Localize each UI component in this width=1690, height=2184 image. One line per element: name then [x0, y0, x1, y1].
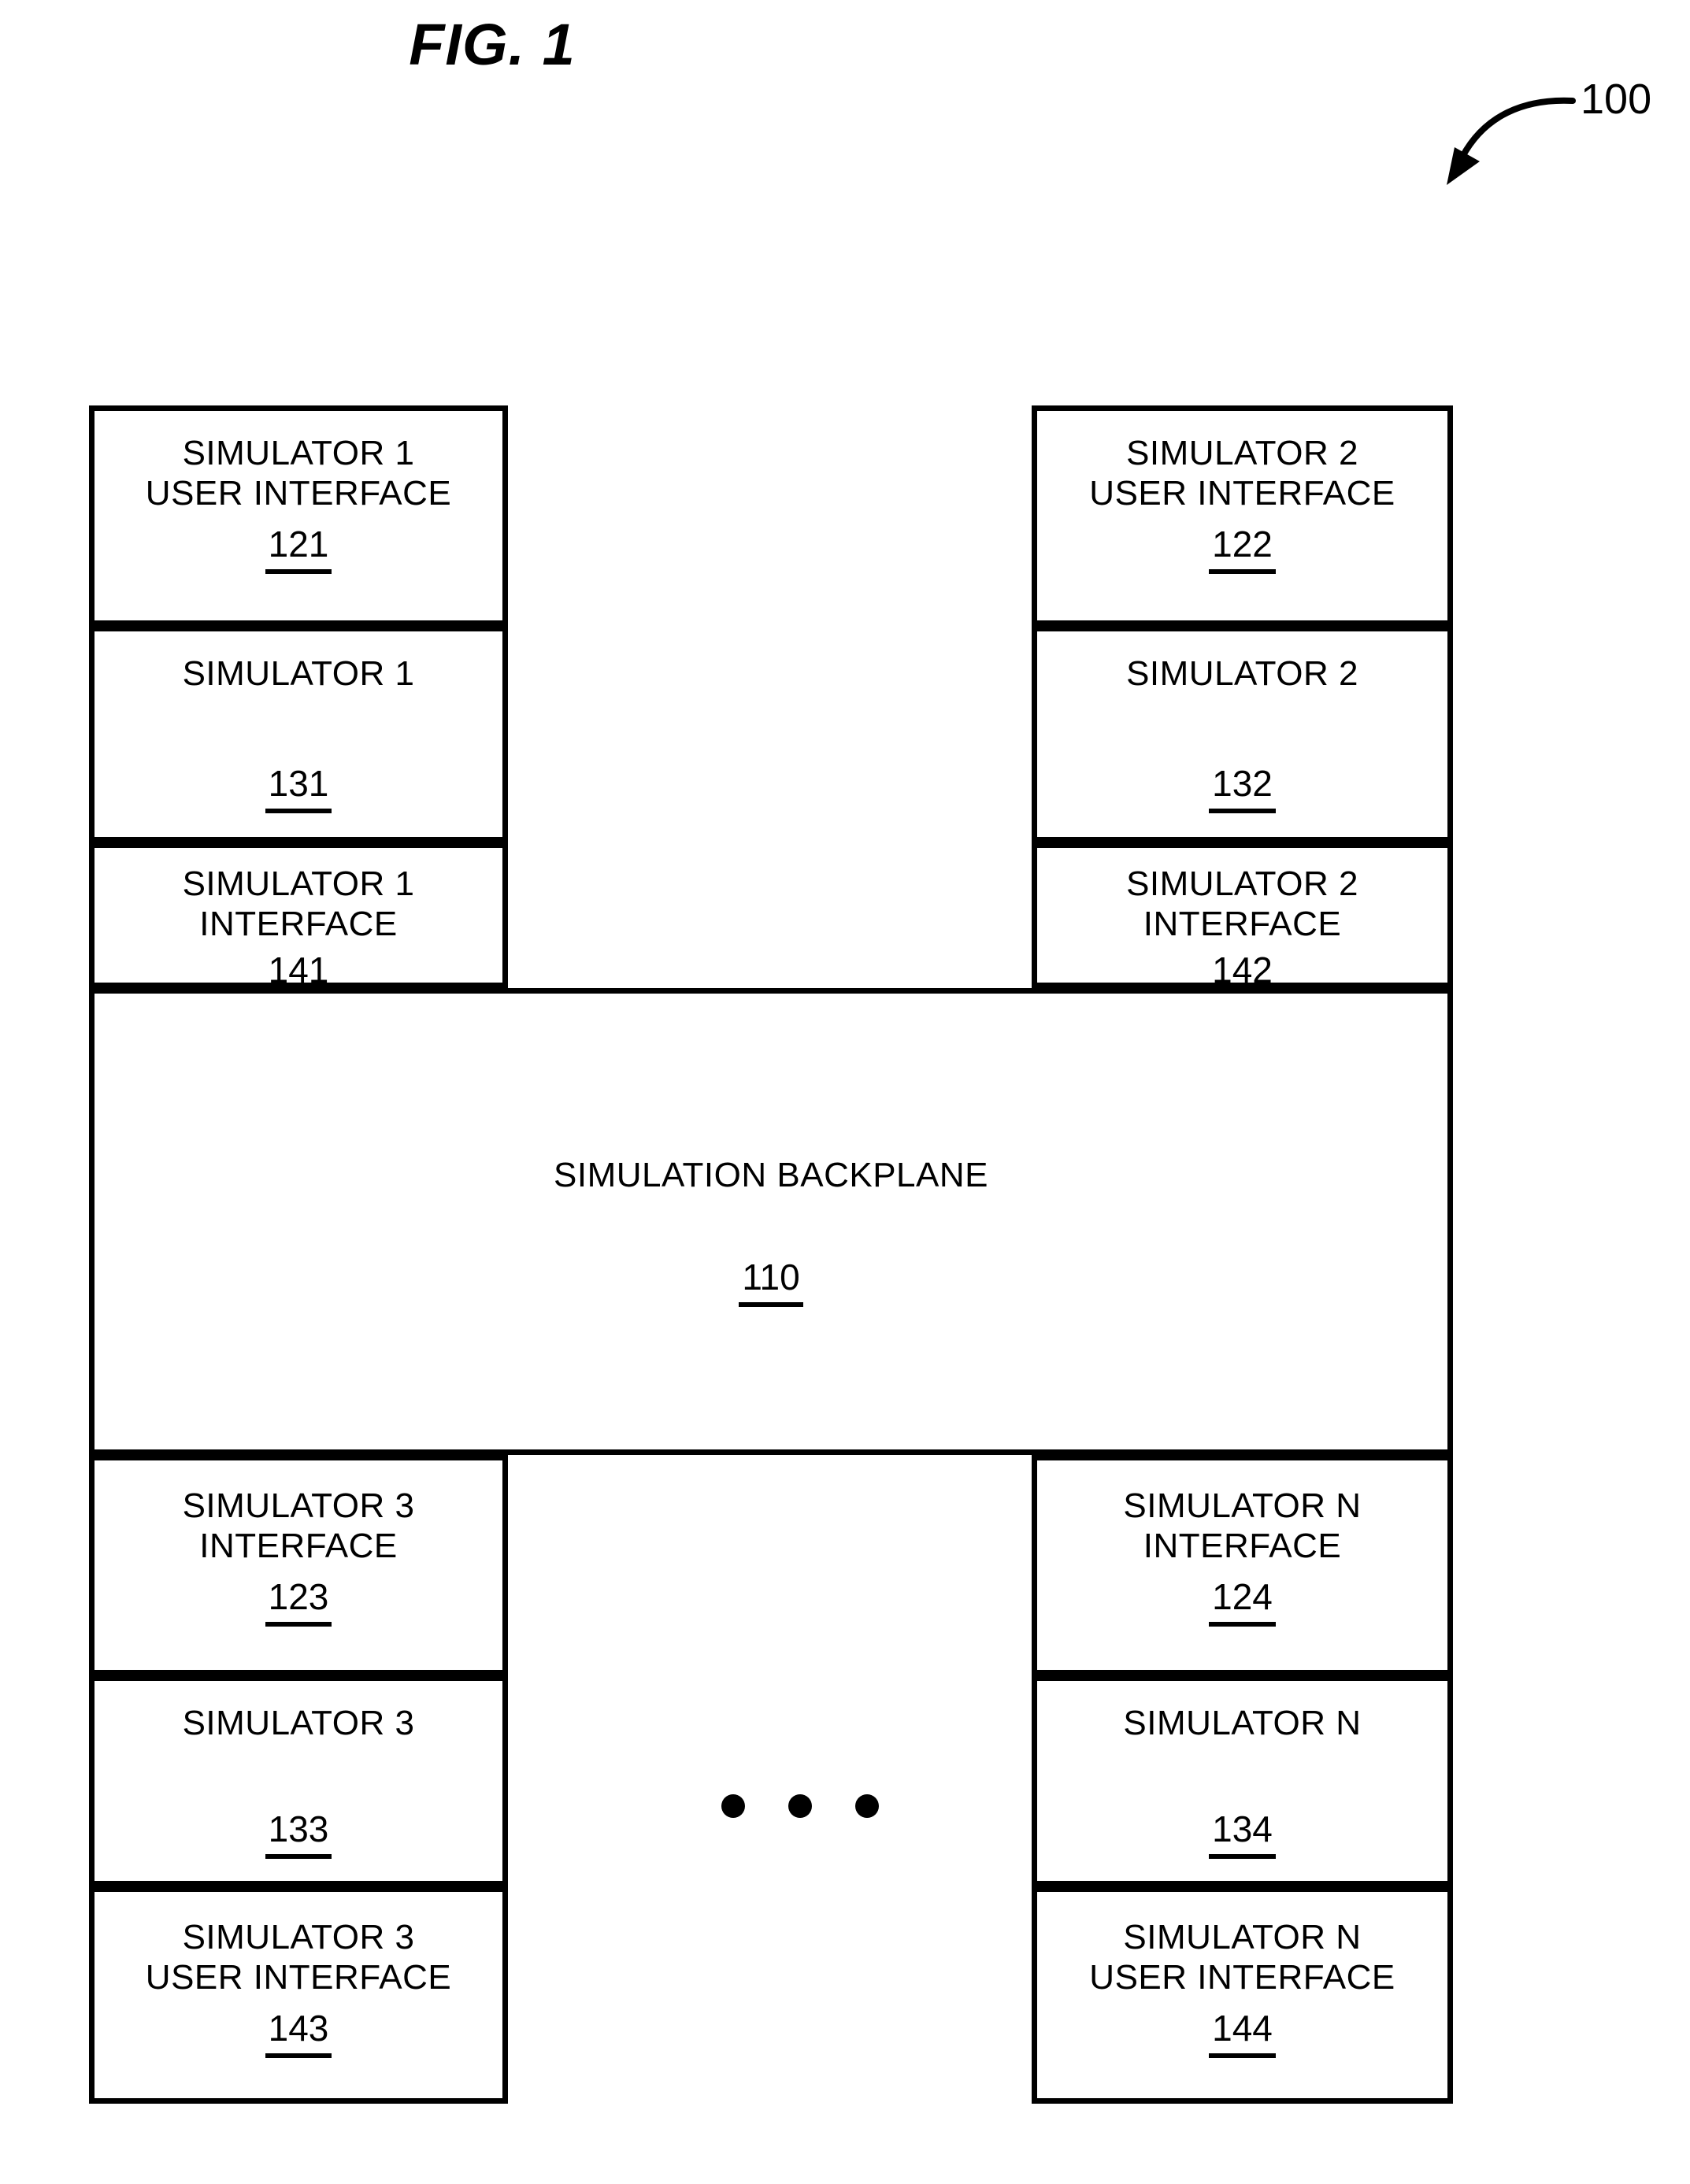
block-label-line-1: SIMULATOR N — [1123, 1918, 1362, 1956]
block-numeral: 142 — [1209, 949, 1276, 983]
ellipsis-dots-icon — [721, 1789, 879, 1823]
block-simulator-1-interface: SIMULATOR 1 INTERFACE 141 — [89, 842, 508, 988]
block-numeral: 144 — [1209, 2008, 1276, 2058]
block-numeral: 122 — [1209, 524, 1276, 574]
block-label-line-2: INTERFACE — [199, 905, 398, 944]
block-label-line-2: USER INTERFACE — [1089, 474, 1395, 513]
block-simulation-backplane: SIMULATION BACKPLANE 110 — [89, 988, 1453, 1455]
block-label-line-1: SIMULATOR 3 — [182, 1704, 415, 1742]
block-label-line-2: USER INTERFACE — [145, 1958, 452, 1997]
block-label-line-2: INTERFACE — [199, 1527, 398, 1566]
block-numeral: 133 — [265, 1808, 332, 1859]
block-label-line-1: SIMULATOR 2 — [1126, 654, 1358, 693]
block-label-line-1: SIMULATOR N — [1123, 1704, 1362, 1742]
block-label-line-1: SIMULATOR 1 — [182, 434, 415, 472]
reference-numeral-100-label: 100 — [1581, 76, 1652, 123]
block-numeral: 124 — [1209, 1576, 1276, 1627]
figure-title: FIG. 1 — [409, 12, 576, 77]
ellipsis-dot — [788, 1794, 812, 1818]
block-simulator-n-interface: SIMULATOR N INTERFACE 124 — [1032, 1455, 1453, 1675]
block-simulator-2: SIMULATOR 2 132 — [1032, 626, 1453, 842]
block-numeral: 121 — [265, 524, 332, 574]
block-label-line-1: SIMULATOR N — [1123, 1486, 1362, 1525]
backplane-label: SIMULATION BACKPLANE — [554, 1156, 988, 1194]
block-label-line-1: SIMULATOR 1 — [182, 654, 415, 693]
ellipsis-dot — [855, 1794, 879, 1818]
block-numeral: 123 — [265, 1576, 332, 1627]
block-simulator-n-user-interface: SIMULATOR N USER INTERFACE 144 — [1032, 1886, 1453, 2104]
block-numeral: 141 — [265, 949, 332, 983]
backplane-numeral: 110 — [739, 1257, 803, 1308]
block-numeral: 134 — [1209, 1808, 1276, 1859]
block-simulator-3: SIMULATOR 3 133 — [89, 1675, 508, 1886]
block-simulator-1-user-interface: SIMULATOR 1 USER INTERFACE 121 — [89, 405, 508, 626]
block-simulator-2-interface: SIMULATOR 2 INTERFACE 142 — [1032, 842, 1453, 988]
patent-figure-page: FIG. 1 100 SIMULATOR 1 USER INTERFACE 12… — [0, 0, 1690, 2184]
block-simulator-3-user-interface: SIMULATOR 3 USER INTERFACE 143 — [89, 1886, 508, 2104]
block-label-line-2: USER INTERFACE — [1089, 1958, 1395, 1997]
block-simulator-3-interface: SIMULATOR 3 INTERFACE 123 — [89, 1455, 508, 1675]
block-numeral: 143 — [265, 2008, 332, 2058]
block-numeral: 132 — [1209, 763, 1276, 813]
block-label-line-1: SIMULATOR 1 — [182, 864, 415, 903]
block-label-line-1: SIMULATOR 3 — [182, 1918, 415, 1956]
block-numeral: 131 — [265, 763, 332, 813]
block-label-line-2: USER INTERFACE — [145, 474, 452, 513]
reference-numeral-100-group: 100 — [1398, 75, 1666, 201]
block-label-line-1: SIMULATOR 2 — [1126, 864, 1358, 903]
block-simulator-1: SIMULATOR 1 131 — [89, 626, 508, 842]
block-label-line-1: SIMULATOR 3 — [182, 1486, 415, 1525]
block-label-line-2: INTERFACE — [1143, 1527, 1342, 1566]
block-simulator-2-user-interface: SIMULATOR 2 USER INTERFACE 122 — [1032, 405, 1453, 626]
ellipsis-dot — [721, 1794, 745, 1818]
block-label-line-2: INTERFACE — [1143, 905, 1342, 944]
block-simulator-n: SIMULATOR N 134 — [1032, 1675, 1453, 1886]
block-label-line-1: SIMULATOR 2 — [1126, 434, 1358, 472]
